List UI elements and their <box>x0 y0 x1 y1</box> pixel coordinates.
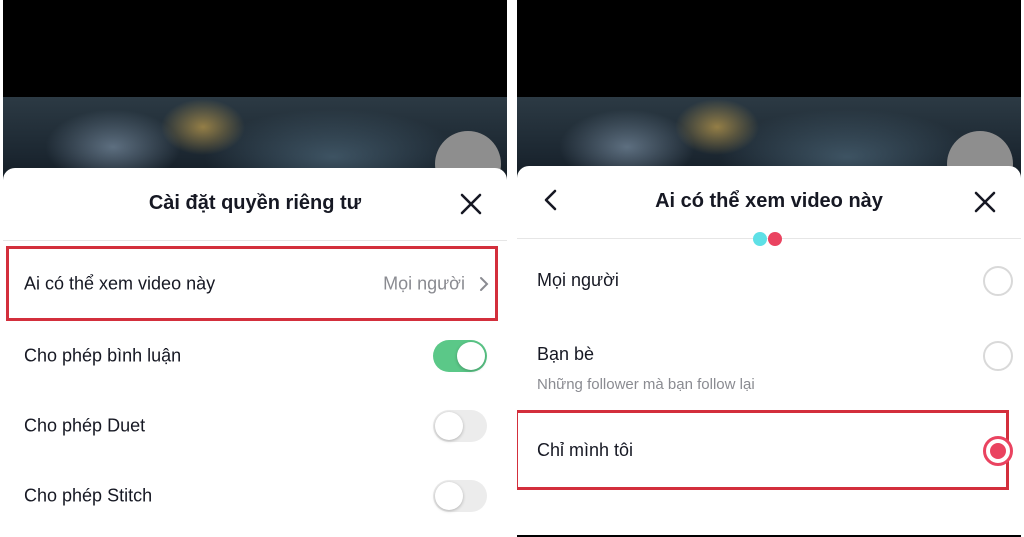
row-value: Mọi người <box>383 273 465 294</box>
allow-comments-toggle[interactable] <box>433 340 487 372</box>
row-label: Cho phép bình luận <box>24 345 182 366</box>
allow-duet-toggle[interactable] <box>433 410 487 442</box>
option-friends[interactable]: Bạn bè Những follower mà bạn follow lại <box>517 326 1021 406</box>
close-icon[interactable] <box>973 190 997 214</box>
option-friends-radio[interactable] <box>983 341 1013 371</box>
chevron-right-icon <box>480 277 489 291</box>
row-label: Cho phép Duet <box>24 415 146 436</box>
option-label: Mọi người <box>537 270 619 290</box>
privacy-settings-panel: Cài đặt quyền riêng tư Ai có thể xem vid… <box>3 0 507 537</box>
option-only-me[interactable]: Chỉ mình tôi <box>517 418 1021 482</box>
who-can-view-row[interactable]: Ai có thể xem video này Mọi người <box>3 252 507 316</box>
option-label: Chỉ mình tôi <box>537 440 634 460</box>
sheet-header: Cài đặt quyền riêng tư <box>3 168 507 241</box>
close-icon[interactable] <box>459 192 483 216</box>
option-everyone[interactable]: Mọi người <box>517 250 1021 314</box>
allow-duet-row: Cho phép Duet <box>3 394 507 458</box>
option-label: Bạn bè <box>537 344 595 364</box>
loading-dot-cyan <box>753 232 767 246</box>
row-label: Cho phép Stitch <box>24 485 153 506</box>
option-only-me-radio[interactable] <box>983 436 1013 466</box>
loading-dot-red <box>768 232 782 246</box>
row-label: Ai có thể xem video này <box>24 273 216 294</box>
option-everyone-radio[interactable] <box>983 266 1013 296</box>
sheet-title: Ai có thể xem video này <box>655 190 883 212</box>
privacy-settings-sheet: Cài đặt quyền riêng tư Ai có thể xem vid… <box>3 168 507 537</box>
who-can-view-panel: Ai có thể xem video này Mọi người Bạn bè… <box>517 0 1021 537</box>
allow-stitch-row: Cho phép Stitch <box>3 464 507 528</box>
allow-stitch-toggle[interactable] <box>433 480 487 512</box>
sheet-title: Cài đặt quyền riêng tư <box>148 192 362 214</box>
sheet-header: Ai có thể xem video này <box>517 166 1021 239</box>
option-sublabel: Những follower mà bạn follow lại <box>537 376 755 393</box>
who-can-view-sheet: Ai có thể xem video này Mọi người Bạn bè… <box>517 166 1021 535</box>
allow-comments-row: Cho phép bình luận <box>3 324 507 388</box>
